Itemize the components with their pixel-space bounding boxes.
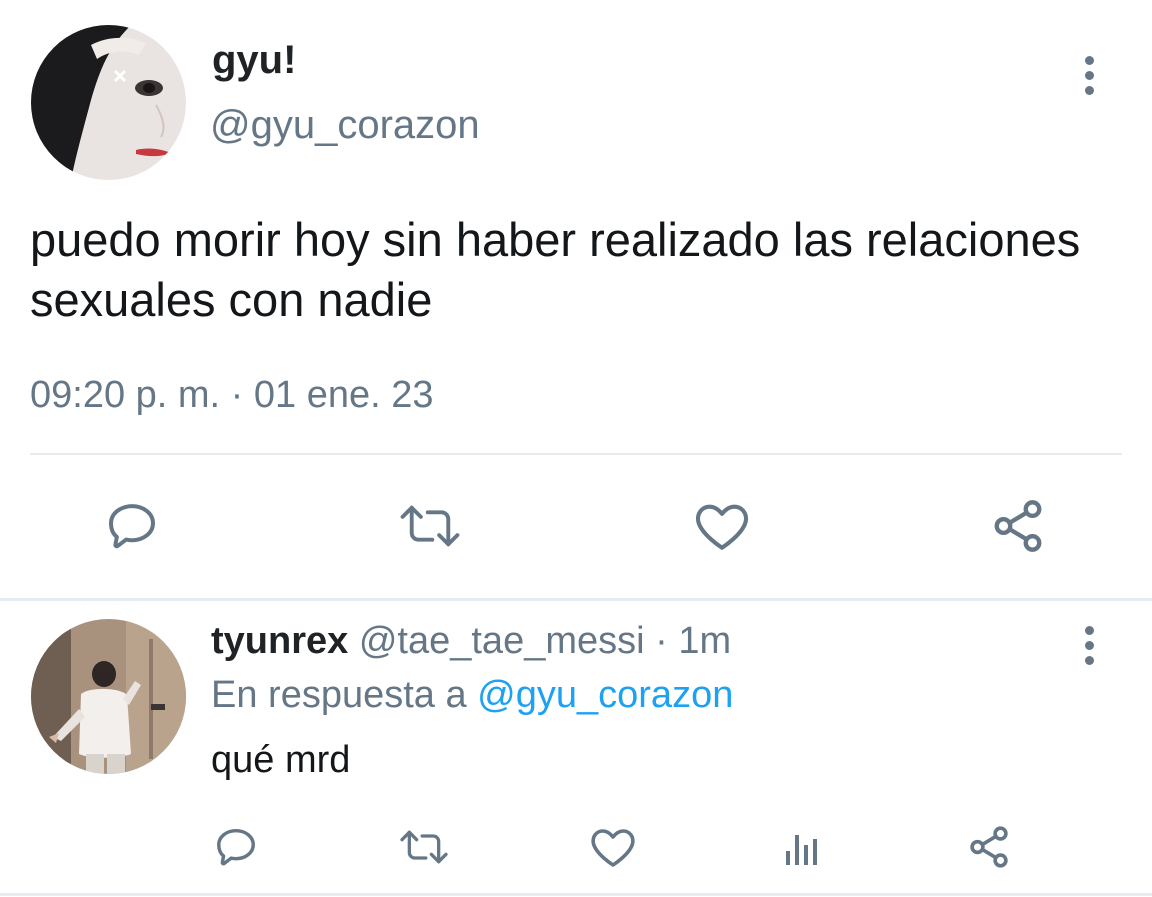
retweet-icon[interactable] bbox=[396, 821, 452, 873]
reply-context: En respuesta a @gyu_corazon bbox=[211, 674, 733, 717]
reply-text: qué mrd bbox=[211, 739, 351, 781]
reply-display-name[interactable]: tyunrex bbox=[211, 620, 348, 662]
more-vertical-icon[interactable] bbox=[1069, 615, 1109, 675]
retweet-icon[interactable] bbox=[396, 494, 464, 558]
like-icon[interactable] bbox=[690, 494, 754, 558]
like-icon[interactable] bbox=[587, 821, 639, 873]
reply-mention-link[interactable]: @gyu_corazon bbox=[477, 674, 733, 716]
reply-avatar[interactable] bbox=[31, 619, 186, 774]
analytics-icon[interactable] bbox=[776, 821, 828, 873]
share-icon[interactable] bbox=[963, 821, 1015, 873]
reply-icon[interactable] bbox=[210, 821, 262, 873]
reply-handle[interactable]: @tae_tae_messi bbox=[359, 620, 645, 662]
divider bbox=[0, 893, 1152, 896]
main-handle[interactable]: @gyu_corazon bbox=[210, 103, 480, 148]
more-vertical-icon[interactable] bbox=[1069, 45, 1109, 105]
reply-header: tyunrex @tae_tae_messi · 1m bbox=[211, 620, 731, 663]
reply-icon[interactable] bbox=[100, 494, 164, 558]
reply-prefix: En respuesta a bbox=[211, 674, 467, 716]
main-display-name[interactable]: gyu! bbox=[212, 38, 296, 83]
divider bbox=[0, 598, 1152, 601]
main-avatar[interactable] bbox=[31, 25, 186, 180]
divider bbox=[30, 453, 1122, 455]
share-icon[interactable] bbox=[986, 494, 1050, 558]
reply-time[interactable]: 1m bbox=[678, 620, 731, 662]
tweet-timestamp[interactable]: 09:20 p. m. · 01 ene. 23 bbox=[30, 374, 434, 417]
separator: · bbox=[644, 620, 679, 662]
tweet-text: puedo morir hoy sin haber realizado las … bbox=[30, 213, 1081, 326]
